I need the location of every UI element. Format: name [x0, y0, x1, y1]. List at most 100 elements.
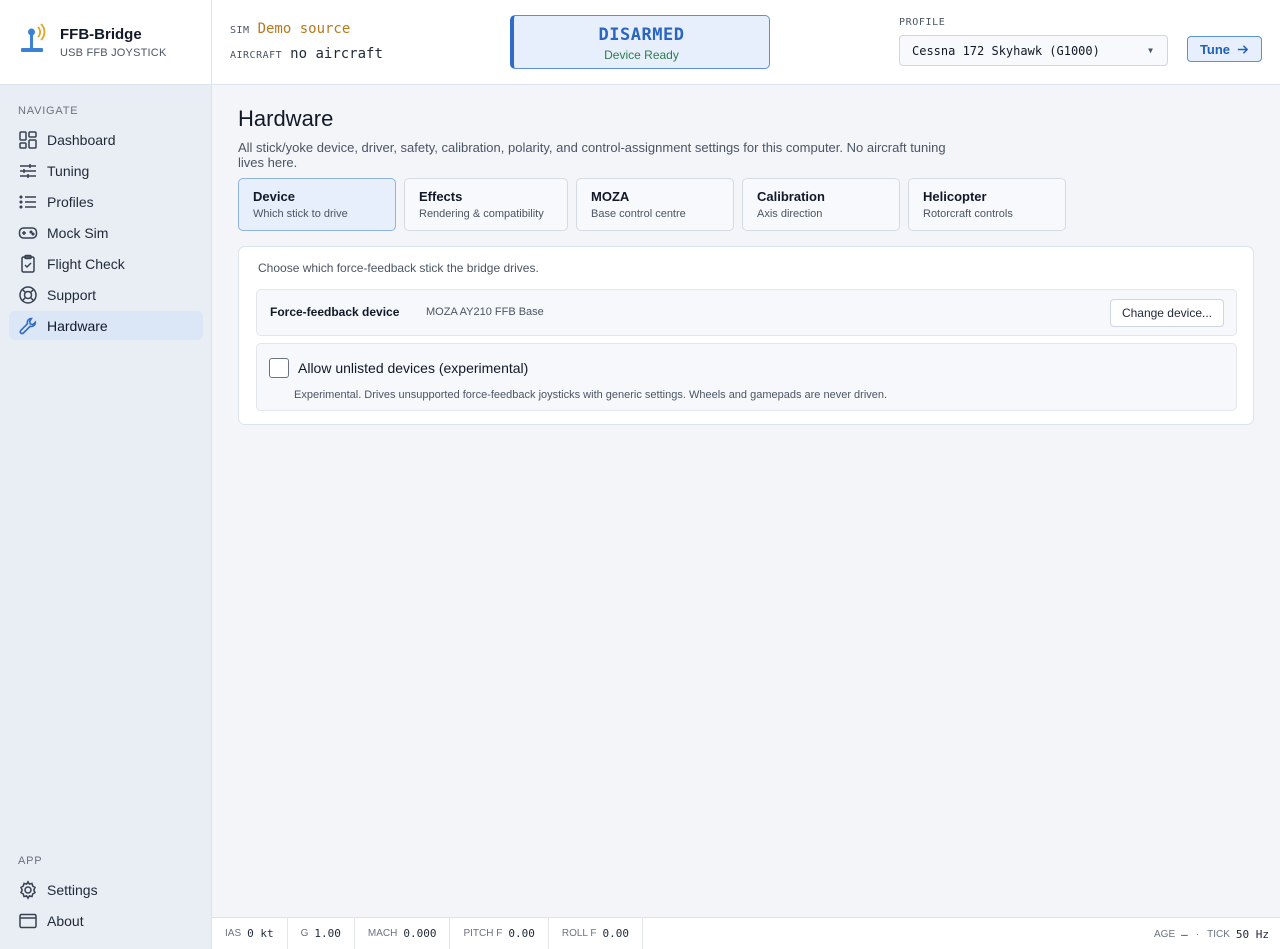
- age-value: —: [1181, 927, 1188, 941]
- telemetry-g: G 1.00: [288, 917, 355, 949]
- sidebar-item-label: Hardware: [47, 317, 108, 334]
- telemetry-ias: IAS 0 kt: [212, 917, 288, 949]
- tab-label: MOZA: [591, 189, 630, 204]
- tab-sublabel: Base control centre: [591, 208, 686, 220]
- list-icon: [18, 192, 38, 212]
- mach-key: MACH: [367, 928, 398, 939]
- joystick-logo-icon: [18, 22, 50, 62]
- topbar: SIM Demo source AIRCRAFT no aircraft DIS…: [212, 0, 1280, 85]
- clipboard-check-icon: [18, 254, 38, 274]
- sidebar-item-about[interactable]: About: [9, 906, 203, 935]
- telemetry-footer: IAS 0 kt G 1.00 MACH 0.000 PITCH F 0.00 …: [212, 917, 1280, 949]
- roll-force-value: 0.00: [602, 927, 630, 940]
- aircraft-value: no aircraft: [290, 46, 383, 62]
- change-device-button[interactable]: Change device...: [1109, 299, 1224, 327]
- telemetry-mach: MACH 0.000: [355, 917, 451, 949]
- pitch-force-value: 0.00: [508, 927, 535, 940]
- nav-section: NAVIGATE Dashboard Tuning Profiles Mock …: [0, 105, 212, 342]
- sidebar-item-label: Tuning: [47, 162, 90, 179]
- device-label: Force-feedback device: [270, 305, 400, 319]
- sidebar-item-label: Mock Sim: [47, 224, 109, 241]
- window-icon: [18, 911, 38, 931]
- tab-sublabel: Rendering & compatibility: [419, 208, 544, 220]
- mach-value: 0.000: [403, 927, 437, 940]
- sidebar-item-settings[interactable]: Settings: [9, 875, 203, 904]
- ias-key: IAS: [225, 928, 242, 939]
- sidebar-item-hardware[interactable]: Hardware: [9, 311, 203, 340]
- telemetry-roll-force: ROLL F 0.00: [549, 917, 644, 949]
- tab-label: Helicopter: [923, 189, 987, 204]
- telemetry-pitch-force: PITCH F 0.00: [450, 917, 549, 949]
- arm-status-title: DISARMED: [598, 25, 685, 45]
- allow-unlisted-note: Experimental. Drives unsupported force-f…: [294, 389, 888, 401]
- app-title: FFB-Bridge: [60, 25, 142, 43]
- sidebar-item-profiles[interactable]: Profiles: [9, 187, 203, 216]
- device-panel: Choose which force-feedback stick the br…: [238, 246, 1254, 425]
- caret-down-icon: ▼: [1148, 46, 1153, 55]
- unlisted-devices-row: Allow unlisted devices (experimental) Ex…: [256, 343, 1237, 411]
- pitch-force-key: PITCH F: [463, 928, 503, 939]
- tab-sublabel: Which stick to drive: [253, 208, 348, 220]
- app-heading: APP: [18, 855, 43, 867]
- tick-key: TICK: [1207, 928, 1230, 940]
- sidebar-item-dashboard[interactable]: Dashboard: [9, 125, 203, 154]
- sidebar: FFB-Bridge USB FFB JOYSTICK NAVIGATE Das…: [0, 0, 212, 949]
- wrench-icon: [18, 316, 38, 336]
- ias-value: 0 kt: [247, 927, 274, 940]
- profile-select[interactable]: Cessna 172 Skyhawk (G1000) ▼: [899, 35, 1168, 66]
- profile-select-value: Cessna 172 Skyhawk (G1000): [912, 43, 1100, 58]
- page-title: Hardware: [238, 106, 334, 131]
- sidebar-item-label: About: [47, 912, 84, 929]
- arrow-right-icon: [1230, 43, 1249, 56]
- separator-dot: ·: [1195, 928, 1200, 940]
- device-row: Force-feedback device MOZA AY210 FFB Bas…: [256, 289, 1237, 336]
- app-section: APP Settings About: [0, 855, 212, 937]
- telemetry-status: AGE — · TICK 50 Hz: [1154, 918, 1269, 949]
- device-name: MOZA AY210 FFB Base: [426, 306, 544, 318]
- roll-force-key: ROLL F: [561, 928, 597, 939]
- tab-helicopter[interactable]: Helicopter Rotorcraft controls: [908, 178, 1066, 231]
- g-key: G: [300, 928, 309, 939]
- tab-calibration[interactable]: Calibration Axis direction: [742, 178, 900, 231]
- sidebar-item-label: Profiles: [47, 193, 94, 210]
- sidebar-item-label: Dashboard: [47, 131, 116, 148]
- dashboard-icon: [18, 130, 38, 150]
- brand: FFB-Bridge USB FFB JOYSTICK: [0, 0, 211, 85]
- allow-unlisted-label[interactable]: Allow unlisted devices (experimental): [298, 360, 528, 376]
- profile-label: PROFILE: [899, 17, 946, 28]
- sim-value: Demo source: [257, 21, 351, 37]
- g-value: 1.00: [314, 927, 341, 940]
- page-description: All stick/yoke device, driver, safety, c…: [238, 140, 946, 170]
- tab-label: Effects: [419, 189, 463, 204]
- sidebar-item-support[interactable]: Support: [9, 280, 203, 309]
- allow-unlisted-checkbox[interactable]: [269, 358, 289, 378]
- tab-label: Calibration: [757, 189, 825, 204]
- sidebar-item-label: Settings: [47, 881, 98, 898]
- lifebuoy-icon: [18, 285, 38, 305]
- arm-status-indicator[interactable]: DISARMED Device Ready: [510, 15, 770, 69]
- sidebar-item-label: Flight Check: [47, 255, 125, 272]
- tune-button[interactable]: Tune: [1187, 36, 1262, 62]
- sim-source-row: SIM Demo source: [230, 21, 350, 37]
- sim-key: SIM: [230, 25, 250, 36]
- tab-moza[interactable]: MOZA Base control centre: [576, 178, 734, 231]
- panel-intro: Choose which force-feedback stick the br…: [258, 261, 539, 275]
- tab-device[interactable]: Device Which stick to drive: [238, 178, 396, 231]
- tab-effects[interactable]: Effects Rendering & compatibility: [404, 178, 568, 231]
- tune-button-label: Tune: [1199, 41, 1231, 57]
- sidebar-item-tuning[interactable]: Tuning: [9, 156, 203, 185]
- app-subtitle: USB FFB JOYSTICK: [60, 46, 167, 59]
- device-status-text: Device Ready: [604, 48, 679, 62]
- hardware-tabs: Device Which stick to drive Effects Rend…: [238, 178, 1254, 231]
- sidebar-item-label: Support: [47, 286, 97, 303]
- main-content: Hardware All stick/yoke device, driver, …: [238, 85, 1254, 425]
- gamepad-icon: [18, 223, 38, 243]
- sidebar-item-flight-check[interactable]: Flight Check: [9, 249, 203, 278]
- aircraft-key: AIRCRAFT: [230, 50, 283, 61]
- tab-sublabel: Axis direction: [757, 208, 823, 220]
- sliders-icon: [18, 161, 38, 181]
- tab-sublabel: Rotorcraft controls: [923, 208, 1013, 220]
- tab-label: Device: [253, 189, 295, 204]
- sidebar-item-mock-sim[interactable]: Mock Sim: [9, 218, 203, 247]
- aircraft-row: AIRCRAFT no aircraft: [230, 46, 383, 62]
